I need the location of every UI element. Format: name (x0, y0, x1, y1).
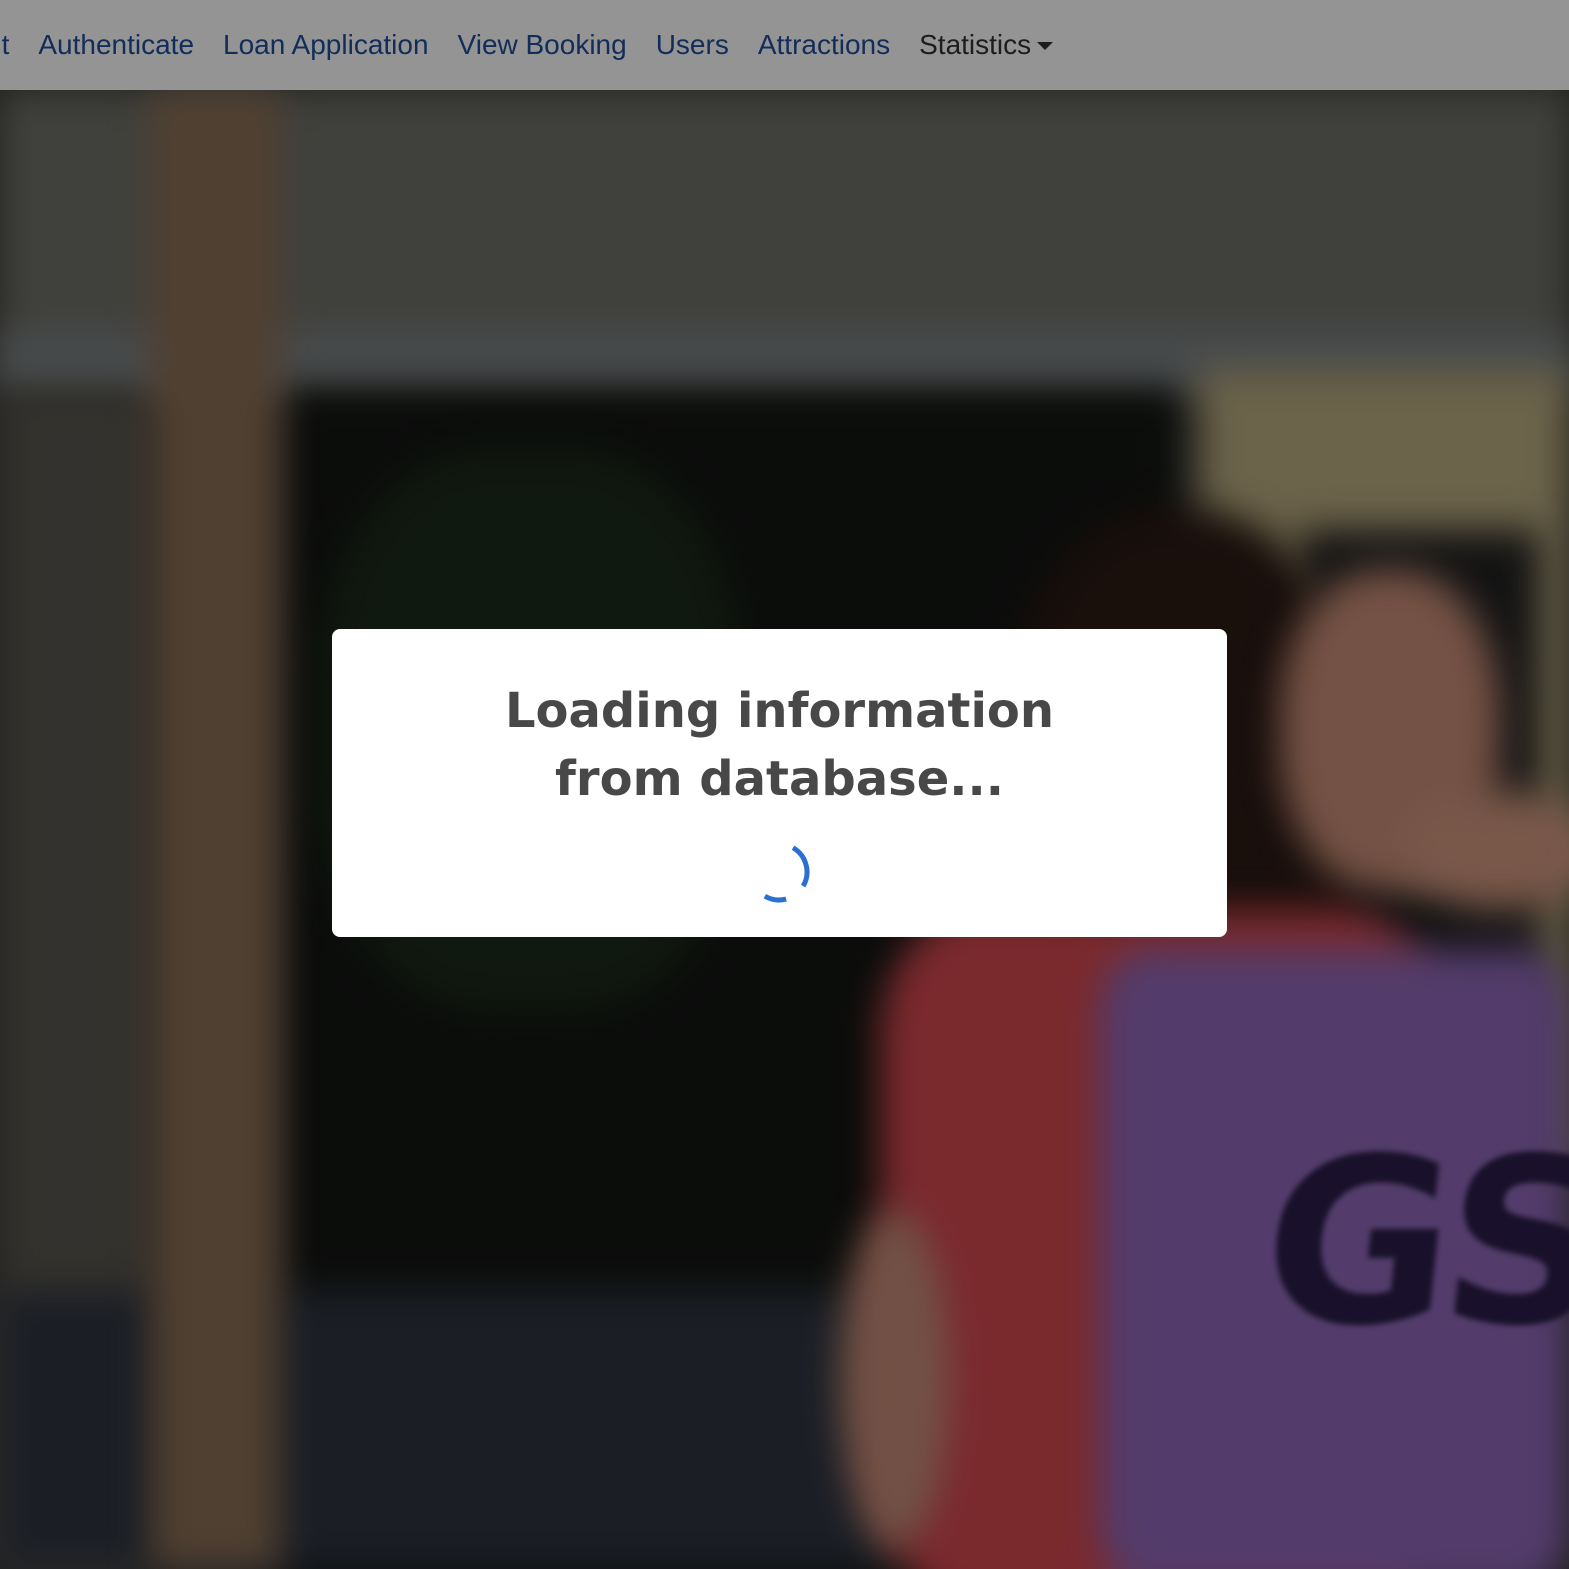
loading-modal: Loading information from database... (332, 629, 1227, 937)
loading-spinner-svg (748, 841, 810, 903)
page: ut Authenticate Loan Application View Bo… (0, 0, 1569, 1569)
loading-message: Loading information from database... (504, 683, 1055, 807)
loading-spinner-icon (746, 839, 812, 905)
